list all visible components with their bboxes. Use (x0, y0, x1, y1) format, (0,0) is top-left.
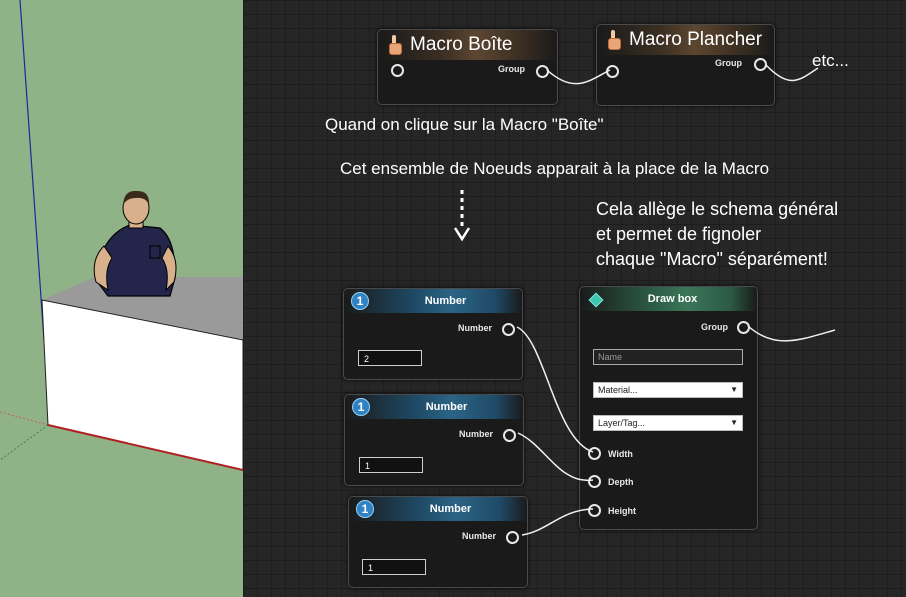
macro-node-boite[interactable]: Macro Boîte Group (377, 29, 558, 105)
macro-input-port[interactable] (606, 65, 619, 78)
benefit-line: Cela allège le schema général (596, 199, 839, 219)
depth-input-port[interactable] (588, 475, 601, 488)
height-input-label: Height (608, 506, 636, 516)
number-output-label: Number (458, 323, 493, 333)
number-node-header[interactable]: 1 Number (345, 395, 523, 419)
number-node[interactable]: 1 Number Number 2 (343, 288, 523, 380)
benefit-line: et permet de fignoler (596, 224, 762, 244)
dropdown-arrow-icon: ▼ (730, 385, 738, 394)
macro-node-title: Macro Boîte (410, 34, 513, 55)
number-node-header[interactable]: 1 Number (349, 497, 527, 521)
macro-input-port[interactable] (391, 64, 404, 77)
number-value-field[interactable]: 2 (358, 350, 422, 366)
number-output-port[interactable] (503, 429, 516, 442)
number-output-port[interactable] (502, 323, 515, 336)
number-badge-icon: 1 (356, 500, 374, 518)
macro-node-header[interactable]: Macro Boîte (378, 30, 557, 60)
number-node-title: Number (424, 295, 467, 307)
cube-icon (588, 292, 602, 306)
draw-box-header[interactable]: Draw box (580, 287, 757, 311)
macro-output-port[interactable] (536, 65, 549, 78)
name-field[interactable]: Name (593, 349, 743, 365)
number-node[interactable]: 1 Number Number 1 (344, 394, 524, 486)
number-badge-icon: 1 (352, 398, 370, 416)
number-node-header[interactable]: 1 Number (344, 289, 522, 313)
etc-label: etc... (812, 51, 849, 70)
number-value-field[interactable]: 1 (359, 457, 423, 473)
draw-box-output-port[interactable] (737, 321, 750, 334)
height-input-port[interactable] (588, 504, 601, 517)
layer-select[interactable]: Layer/Tag... ▼ (593, 415, 743, 431)
number-output-label: Number (459, 429, 494, 439)
dropdown-arrow-icon: ▼ (730, 418, 738, 427)
depth-input-label: Depth (608, 477, 634, 487)
macro-output-port[interactable] (754, 58, 767, 71)
macro-node-plancher[interactable]: Macro Plancher Group (596, 24, 775, 106)
draw-box-node[interactable]: Draw box Group Name Material... ▼ Layer/… (579, 286, 758, 530)
scene-drawing (0, 0, 243, 471)
macro-node-header[interactable]: Macro Plancher (597, 25, 774, 55)
hand-pointer-icon (607, 30, 621, 50)
number-badge-icon: 1 (351, 292, 369, 310)
benefit-line: chaque "Macro" séparément! (596, 249, 828, 269)
appear-annotation: Cet ensemble de Noeuds apparait à la pla… (340, 159, 770, 178)
draw-box-output-label: Group (701, 322, 728, 332)
macro-output-label: Group (715, 58, 742, 68)
material-select[interactable]: Material... ▼ (593, 382, 743, 398)
number-value-field[interactable]: 1 (362, 559, 426, 575)
sketchup-viewport[interactable] (0, 0, 243, 597)
material-select-value: Material... (598, 385, 638, 395)
layer-select-value: Layer/Tag... (598, 418, 646, 428)
benefit-annotation: Cela allège le schema général et permet … (596, 197, 838, 272)
number-output-label: Number (462, 531, 497, 541)
hand-pointer-icon (388, 35, 402, 55)
number-output-port[interactable] (506, 531, 519, 544)
number-node-title: Number (429, 503, 472, 515)
person-figure (93, 190, 177, 297)
click-annotation: Quand on clique sur la Macro "Boîte" (325, 115, 604, 134)
macro-node-title: Macro Plancher (629, 29, 763, 50)
width-input-port[interactable] (588, 447, 601, 460)
macro-output-label: Group (498, 64, 525, 74)
number-node[interactable]: 1 Number Number 1 (348, 496, 528, 588)
draw-box-title: Draw box (647, 293, 698, 305)
number-node-title: Number (425, 401, 468, 413)
width-input-label: Width (608, 449, 633, 459)
down-arrow-icon (453, 190, 471, 242)
